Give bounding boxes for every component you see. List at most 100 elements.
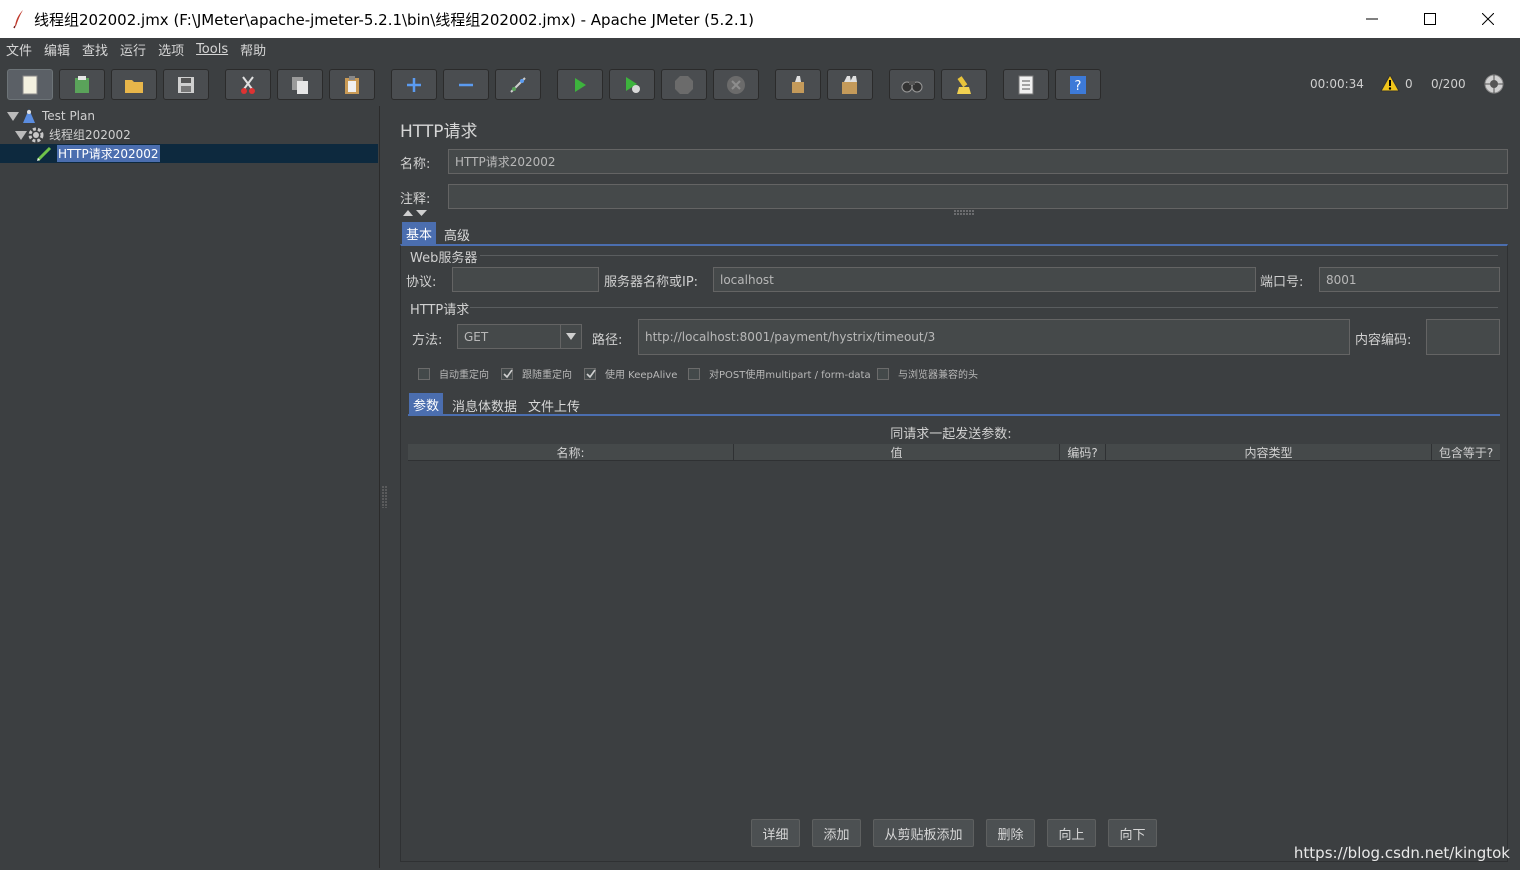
menu-help[interactable]: 帮助 [240,40,266,59]
tree-node-label: Test Plan [42,108,95,123]
multipart-checkbox[interactable]: 对POST使用multipart / form-data [688,366,871,381]
add-button[interactable]: 添加 [812,819,861,847]
warning-icon[interactable] [1380,74,1400,92]
column-include-equals[interactable]: 包含等于? [1432,444,1500,461]
divider-grip-icon [382,486,387,508]
port-field[interactable]: 8001 [1319,267,1500,292]
minimize-button[interactable] [1344,0,1400,38]
expand-arrow-icon[interactable] [15,129,27,141]
checkbox-label: 跟随重定向 [522,370,572,381]
function-helper-button[interactable] [1003,69,1049,100]
remote-status-icon[interactable] [1483,73,1505,95]
checkbox-box[interactable] [418,367,430,380]
resize-grip-icon[interactable] [954,210,974,216]
params-table-body[interactable] [408,462,1500,802]
detail-button[interactable]: 详细 [751,819,800,847]
new-icon [22,75,38,94]
checkbox-box[interactable] [584,367,596,380]
shutdown-button[interactable] [713,69,759,100]
server-label: 服务器名称或IP: [604,275,699,290]
toggle-button[interactable] [495,69,541,100]
cut-button[interactable] [225,69,271,100]
menu-file[interactable]: 文件 [6,40,32,59]
search-button[interactable] [889,69,935,100]
menu-edit[interactable]: 编辑 [44,40,70,59]
comment-field[interactable] [448,184,1508,209]
dropdown-button[interactable] [560,325,581,348]
start-icon [575,77,586,92]
checkbox-box[interactable] [688,367,700,380]
copy-button[interactable] [277,69,323,100]
tab-basic[interactable]: 基本 [402,222,437,244]
help-button[interactable]: ? [1055,69,1101,100]
menu-tools[interactable]: Tools [196,42,228,57]
column-content-type[interactable]: 内容类型 [1106,444,1432,461]
tab-parameters[interactable]: 参数 [409,393,444,415]
warning-count: 0 [1405,77,1413,91]
tree-node-label: HTTP请求202002 [57,145,160,162]
start-button[interactable] [557,69,603,100]
http-request-panel: HTTP请求 名称: HTTP请求202002 注释: 基本 高级 Web服务器… [390,106,1520,868]
clear-button[interactable] [775,69,821,100]
tab-body-data[interactable]: 消息体数据 [448,394,521,416]
watermark: https://blog.csdn.net/kingtok [1293,844,1510,862]
new-button[interactable] [7,69,53,100]
search-icon [901,80,923,92]
open-button[interactable] [111,69,157,100]
tree-node-thread-group[interactable]: 线程组202002 [0,125,131,144]
tab-file-upload[interactable]: 文件上传 [524,394,584,416]
checkbox-box[interactable] [501,367,513,380]
keepalive-checkbox[interactable]: 使用 KeepAlive [584,366,677,381]
name-label: 名称: [400,157,431,172]
checkbox-label: 与浏览器兼容的头 [898,370,978,381]
start-no-pause-button[interactable] [609,69,655,100]
tab-advanced[interactable]: 高级 [440,223,474,245]
web-server-group-title: Web服务器 [410,251,478,266]
move-down-button[interactable]: 向下 [1108,819,1157,847]
templates-button[interactable] [59,69,105,100]
clear-all-icon [842,75,857,94]
split-pane-divider[interactable] [380,106,390,868]
method-value: GET [464,329,489,344]
close-button[interactable] [1460,0,1516,38]
add-from-clipboard-button[interactable]: 从剪贴板添加 [873,819,974,847]
title-bar: 线程组202002.jmx (F:\JMeter\apache-jmeter-5… [0,0,1520,38]
menu-bar: 文件 编辑 查找 运行 选项 Tools 帮助 [0,38,1520,60]
menu-run[interactable]: 运行 [120,40,146,59]
shutdown-icon [727,75,745,94]
browser-headers-checkbox[interactable]: 与浏览器兼容的头 [877,366,978,381]
expand-arrow-icon[interactable] [7,110,19,122]
server-field[interactable]: localhost [713,267,1256,292]
clear-all-button[interactable] [827,69,873,100]
expand-button[interactable] [391,69,437,100]
reset-search-button[interactable] [941,69,987,100]
column-name[interactable]: 名称: [408,444,734,461]
follow-redirect-checkbox[interactable]: 跟随重定向 [501,366,572,381]
save-icon [178,76,194,93]
paste-button[interactable] [329,69,375,100]
tree-node-test-plan[interactable]: Test Plan [0,106,95,125]
save-button[interactable] [163,69,209,100]
name-field[interactable]: HTTP请求202002 [448,149,1508,174]
encoding-field[interactable] [1426,319,1500,355]
params-table-header: 名称: 值 编码? 内容类型 包含等于? [408,444,1500,461]
tree-node-http-request[interactable]: HTTP请求202002 [0,144,378,163]
menu-search[interactable]: 查找 [82,40,108,59]
method-select[interactable]: GET [457,324,582,349]
move-up-button[interactable]: 向上 [1047,819,1096,847]
stop-button[interactable] [661,69,707,100]
protocol-field[interactable] [452,267,599,292]
column-encode[interactable]: 编码? [1060,444,1106,461]
collapse-arrows-icon[interactable] [402,209,428,217]
path-field[interactable]: http://localhost:8001/payment/hystrix/ti… [638,319,1350,355]
encoding-label: 内容编码: [1355,333,1412,348]
stop-icon [675,75,693,94]
thread-count: 0/200 [1431,77,1466,91]
menu-options[interactable]: 选项 [158,40,184,59]
auto-redirect-checkbox[interactable]: 自动重定向 [418,366,489,381]
maximize-button[interactable] [1402,0,1458,38]
column-value[interactable]: 值 [734,444,1060,461]
checkbox-box[interactable] [877,367,889,380]
collapse-button[interactable] [443,69,489,100]
delete-button[interactable]: 删除 [986,819,1035,847]
